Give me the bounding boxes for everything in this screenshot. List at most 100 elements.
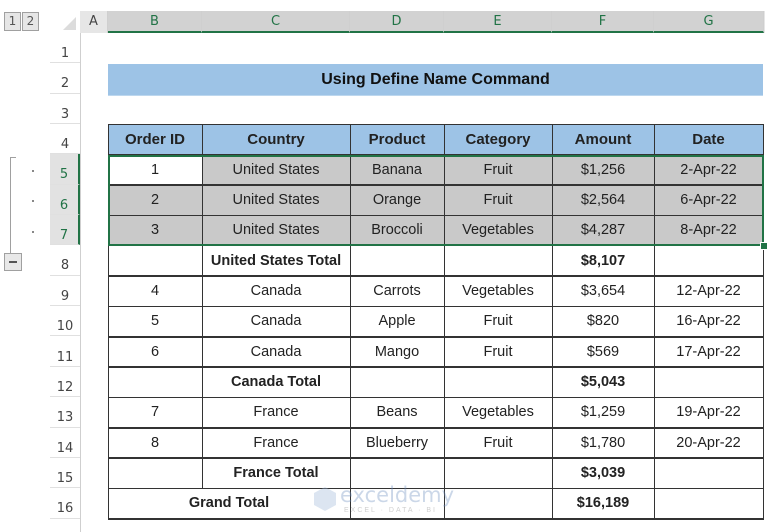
- header-category[interactable]: Category: [444, 124, 552, 155]
- grand-total-label[interactable]: Grand Total: [108, 488, 350, 518]
- subtotal-country[interactable]: France Total: [202, 458, 350, 488]
- row-header-15[interactable]: 15: [50, 458, 80, 489]
- collapse-group-button[interactable]: [4, 253, 22, 271]
- cell-order-id[interactable]: 8: [108, 428, 202, 458]
- subtotal-order-id[interactable]: [108, 458, 202, 488]
- cell-product[interactable]: Beans: [350, 397, 444, 427]
- cell-category[interactable]: [444, 488, 552, 518]
- cell-amount[interactable]: $569: [552, 337, 654, 367]
- cell-country[interactable]: United States: [202, 154, 350, 185]
- cell-country[interactable]: United States: [202, 184, 350, 216]
- cell-country[interactable]: United States: [202, 215, 350, 246]
- cell-order-id[interactable]: 6: [108, 337, 202, 367]
- cell-category[interactable]: Vegetables: [444, 397, 552, 427]
- cell-date[interactable]: 17-Apr-22: [654, 337, 763, 367]
- row-header-13[interactable]: 13: [50, 397, 80, 428]
- subtotal-amount[interactable]: $3,039: [552, 458, 654, 488]
- cell-order-id[interactable]: 1: [108, 154, 202, 184]
- cell-order-id[interactable]: 2: [108, 184, 202, 216]
- subtotal-category[interactable]: [444, 458, 552, 488]
- cell-category[interactable]: Vegetables: [444, 276, 552, 306]
- grand-total-amount[interactable]: $16,189: [552, 488, 654, 518]
- subtotal-date[interactable]: [654, 245, 763, 275]
- cell-amount[interactable]: $2,564: [552, 184, 654, 216]
- cell-product[interactable]: Orange: [350, 184, 444, 216]
- cell-date[interactable]: 6-Apr-22: [654, 184, 763, 216]
- row-header-5[interactable]: 5: [50, 154, 80, 185]
- cell-product[interactable]: Banana: [350, 154, 444, 185]
- cell-amount[interactable]: $1,259: [552, 397, 654, 427]
- cell-date[interactable]: 19-Apr-22: [654, 397, 763, 427]
- row-header-7[interactable]: 7: [50, 215, 80, 246]
- column-header-d[interactable]: D: [350, 11, 444, 33]
- outline-level-1-button[interactable]: 1: [4, 12, 21, 31]
- cell-amount[interactable]: $1,780: [552, 428, 654, 458]
- column-header-g[interactable]: G: [654, 11, 764, 33]
- cell-country[interactable]: Canada: [202, 337, 350, 367]
- cell-country[interactable]: France: [202, 397, 350, 427]
- cell-date[interactable]: [654, 488, 763, 518]
- row-header-9[interactable]: 9: [50, 276, 80, 307]
- subtotal-country[interactable]: United States Total: [202, 245, 350, 275]
- cell-date[interactable]: 20-Apr-22: [654, 428, 763, 458]
- column-header-b[interactable]: B: [108, 11, 202, 33]
- subtotal-product[interactable]: [350, 245, 444, 275]
- fill-handle[interactable]: [760, 242, 767, 250]
- row-header-6[interactable]: 6: [50, 184, 80, 216]
- row-header-1[interactable]: 1: [50, 33, 80, 64]
- sheet-title[interactable]: Using Define Name Command: [108, 64, 763, 96]
- subtotal-amount[interactable]: $8,107: [552, 245, 654, 275]
- cell-country[interactable]: Canada: [202, 306, 350, 336]
- cell-product[interactable]: Mango: [350, 337, 444, 367]
- row-header-12[interactable]: 12: [50, 367, 80, 398]
- row-header-16[interactable]: 16: [50, 488, 80, 519]
- subtotal-order-id[interactable]: [108, 367, 202, 397]
- cell-country[interactable]: France: [202, 428, 350, 458]
- column-header-e[interactable]: E: [444, 11, 552, 33]
- cell-order-id[interactable]: 7: [108, 397, 202, 427]
- outline-level-2-button[interactable]: 2: [22, 12, 39, 31]
- row-header-10[interactable]: 10: [50, 306, 80, 337]
- cell-date[interactable]: 12-Apr-22: [654, 276, 763, 306]
- cell-country[interactable]: Canada: [202, 276, 350, 306]
- header-amount[interactable]: Amount: [552, 124, 654, 155]
- cell-product[interactable]: Blueberry: [350, 428, 444, 458]
- row-header-3[interactable]: 3: [50, 94, 80, 125]
- cell-date[interactable]: 8-Apr-22: [654, 215, 763, 246]
- subtotal-product[interactable]: [350, 367, 444, 397]
- subtotal-category[interactable]: [444, 367, 552, 397]
- cell-date[interactable]: 16-Apr-22: [654, 306, 763, 336]
- subtotal-date[interactable]: [654, 458, 763, 488]
- row-header-2[interactable]: 2: [50, 63, 80, 94]
- subtotal-date[interactable]: [654, 367, 763, 397]
- column-header-f[interactable]: F: [552, 11, 654, 33]
- cell-order-id[interactable]: 5: [108, 306, 202, 336]
- cell-amount[interactable]: $4,287: [552, 215, 654, 246]
- column-header-c[interactable]: C: [202, 11, 350, 33]
- cell-date[interactable]: 2-Apr-22: [654, 154, 763, 185]
- cell-product[interactable]: Broccoli: [350, 215, 444, 246]
- subtotal-order-id[interactable]: [108, 245, 202, 275]
- cell-category[interactable]: Vegetables: [444, 215, 552, 246]
- row-header-14[interactable]: 14: [50, 428, 80, 458]
- subtotal-country[interactable]: Canada Total: [202, 367, 350, 397]
- column-header-a[interactable]: A: [80, 11, 108, 33]
- row-header-11[interactable]: 11: [50, 337, 80, 367]
- cell-amount[interactable]: $1,256: [552, 154, 654, 185]
- header-order-id[interactable]: Order ID: [108, 124, 202, 155]
- row-header-8[interactable]: 8: [50, 245, 80, 276]
- cell-order-id[interactable]: 4: [108, 276, 202, 306]
- cell-category[interactable]: Fruit: [444, 337, 552, 367]
- row-header-4[interactable]: 4: [50, 124, 80, 155]
- subtotal-amount[interactable]: $5,043: [552, 367, 654, 397]
- header-date[interactable]: Date: [654, 124, 763, 155]
- header-product[interactable]: Product: [350, 124, 444, 155]
- cell-amount[interactable]: $3,654: [552, 276, 654, 306]
- cell-order-id[interactable]: 3: [108, 215, 202, 246]
- cell-category[interactable]: Fruit: [444, 306, 552, 336]
- cell-product[interactable]: Carrots: [350, 276, 444, 306]
- cell-product[interactable]: Apple: [350, 306, 444, 336]
- cell-category[interactable]: Fruit: [444, 428, 552, 458]
- cell-category[interactable]: Fruit: [444, 184, 552, 216]
- cell-category[interactable]: Fruit: [444, 154, 552, 185]
